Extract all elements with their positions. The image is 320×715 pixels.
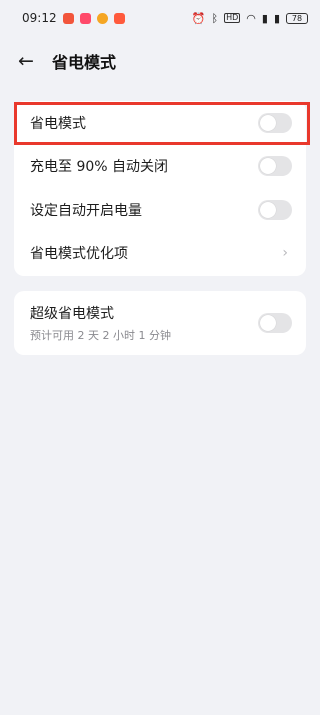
toggle-knob <box>260 158 276 175</box>
weibo-icon <box>96 12 108 24</box>
battery-icon: 78 <box>286 12 308 24</box>
auto-on-level-row[interactable]: 设定自动开启电量 <box>14 188 306 232</box>
super-saving-text: 超级省电模式 预计可用 2 天 2 小时 1 分钟 <box>30 303 171 343</box>
signal-icon: ▮ <box>261 11 268 25</box>
page-title: 省电模式 <box>52 53 117 72</box>
wifi-icon: ◠ <box>246 11 256 25</box>
optimization-items-label: 省电模式优化项 <box>30 246 128 263</box>
super-saving-toggle[interactable] <box>258 313 292 333</box>
status-time: 09:12 <box>22 11 57 25</box>
toggle-knob <box>260 315 276 331</box>
charge-auto-off-toggle[interactable] <box>258 156 292 177</box>
optimization-items-row[interactable]: 省电模式优化项 › <box>14 232 306 276</box>
auto-on-level-toggle[interactable] <box>258 199 292 220</box>
super-saving-row[interactable]: 超级省电模式 预计可用 2 天 2 小时 1 分钟 <box>14 291 306 355</box>
toggle-knob <box>260 201 276 218</box>
hd-icon: HD <box>224 13 241 23</box>
charge-auto-off-row[interactable]: 充电至 90% 自动关闭 <box>14 145 306 189</box>
status-bar: 09:12 ⏰ ᛒ HD ◠ ▮ ▮ 78 <box>0 0 320 36</box>
status-left: 09:12 <box>22 11 125 25</box>
super-saving-estimate: 预计可用 2 天 2 小时 1 分钟 <box>30 329 171 342</box>
app-notification-icon-2 <box>79 12 91 24</box>
power-saving-mode-row[interactable]: 省电模式 <box>14 101 306 145</box>
power-saving-mode-toggle[interactable] <box>258 112 292 133</box>
app-notification-icon-3 <box>113 12 125 24</box>
toggle-knob <box>260 114 276 131</box>
power-saving-mode-label: 省电模式 <box>30 115 86 132</box>
status-right: ⏰ ᛒ HD ◠ ▮ ▮ 78 <box>191 11 308 25</box>
header: ← 省电模式 <box>0 44 320 78</box>
chevron-right-icon: › <box>282 245 288 262</box>
app-notification-icon <box>62 12 74 24</box>
back-arrow-icon[interactable]: ← <box>16 50 36 72</box>
super-saving-card: 超级省电模式 预计可用 2 天 2 小时 1 分钟 <box>14 291 306 355</box>
super-saving-title: 超级省电模式 <box>30 306 114 322</box>
signal-icon-2: ▮ <box>273 11 280 25</box>
settings-card: 省电模式 充电至 90% 自动关闭 设定自动开启电量 省电模式优化项 › <box>14 101 306 276</box>
charge-auto-off-label: 充电至 90% 自动关闭 <box>30 159 169 176</box>
alarm-icon: ⏰ <box>191 11 206 25</box>
bluetooth-icon: ᛒ <box>211 11 219 25</box>
auto-on-level-label: 设定自动开启电量 <box>30 202 142 219</box>
